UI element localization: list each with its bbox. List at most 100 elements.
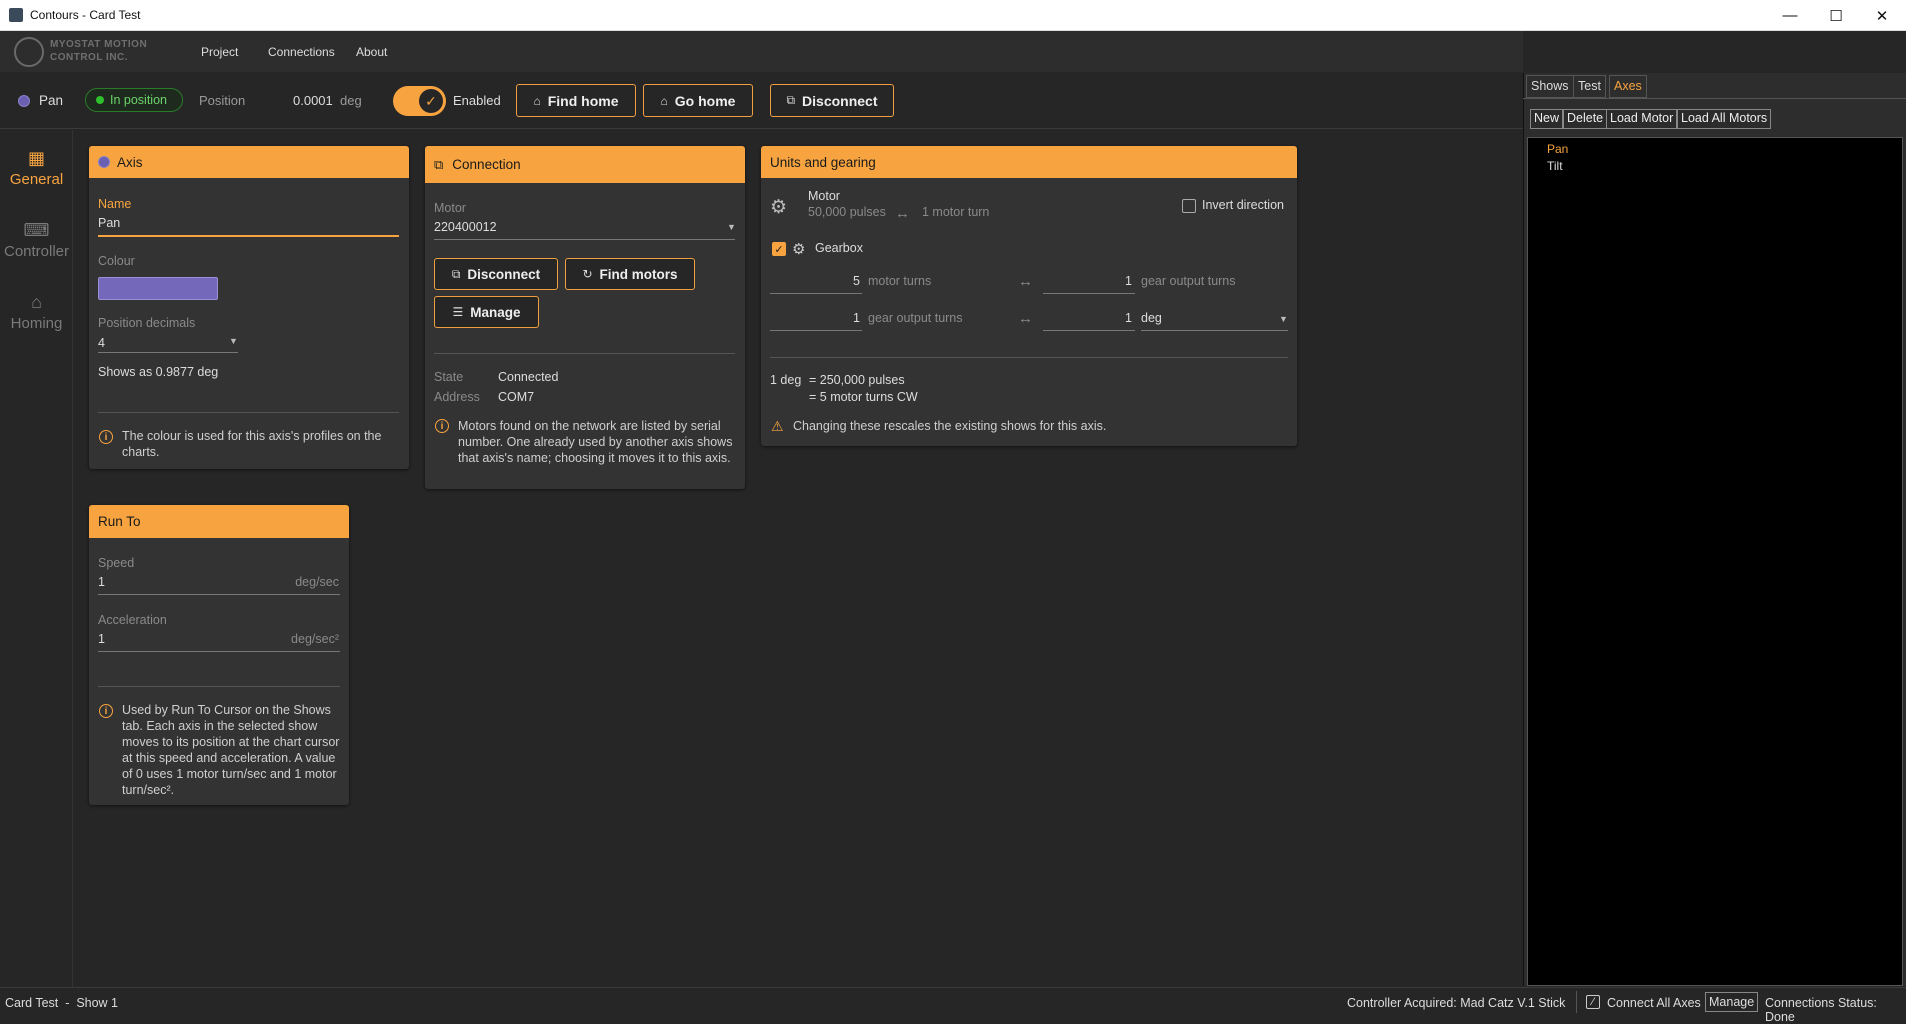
go-home-button[interactable]: ⌂ Go home	[643, 84, 753, 117]
find-home-button[interactable]: ⌂ Find home	[516, 84, 636, 117]
axis-card: Axis Name Pan Colour Position decimals 4…	[89, 146, 409, 469]
menu-connections[interactable]: Connections	[268, 45, 335, 59]
tab-test[interactable]: Test	[1573, 75, 1606, 98]
connections-status: Connections Status: Done	[1765, 996, 1877, 1024]
gearbox-checkbox[interactable]: ✓	[772, 242, 786, 256]
axis-color-dot	[98, 156, 110, 168]
window-title: Contours - Card Test	[30, 8, 141, 22]
info-icon: i	[99, 704, 113, 718]
minimize-button[interactable]: —	[1767, 0, 1813, 31]
gear-output-turns-unit: gear output turns	[1141, 274, 1236, 288]
gear-output-turns-input-2[interactable]: 1	[770, 311, 860, 325]
close-button[interactable]: ✕	[1859, 0, 1905, 31]
speed-label: Speed	[98, 556, 135, 570]
nav-controller[interactable]: ⌨ Controller	[0, 220, 73, 260]
status-bar: Card Test - Show 1 Controller Acquired: …	[0, 987, 1906, 1024]
disconnect-button[interactable]: ⧉ Disconnect	[434, 258, 558, 290]
swap-arrow-icon: ↔	[895, 205, 910, 222]
tab-shows[interactable]: Shows	[1526, 75, 1574, 98]
company-logo: MYOSTAT MOTION CONTROL INC.	[14, 35, 174, 69]
tab-divider	[1523, 98, 1906, 99]
enabled-toggle[interactable]: ✓	[393, 86, 446, 116]
name-input-underline	[98, 235, 399, 237]
axis-card-header: Axis	[89, 146, 409, 178]
delete-axis-button[interactable]: Delete	[1563, 109, 1608, 129]
homing-icon: ⌂	[31, 292, 42, 312]
speed-input[interactable]: 1	[98, 575, 105, 589]
motor-turns-unit: motor turns	[868, 274, 932, 288]
enabled-label: Enabled	[453, 93, 501, 108]
home-search-icon: ⌂	[533, 93, 541, 108]
run-to-note: Used by Run To Cursor on the Shows tab. …	[122, 703, 340, 797]
divider	[98, 686, 340, 687]
disconnect-icon: ⧉	[451, 266, 461, 281]
units-gearing-card: Units and gearing ⚙ Motor 50,000 pulses …	[761, 146, 1297, 446]
manage-button[interactable]: ☰ Manage	[434, 296, 539, 328]
shows-as-text: Shows as 0.9877 deg	[98, 365, 219, 379]
units-value-input[interactable]: 1	[1043, 311, 1132, 325]
motor-turns-input[interactable]: 5	[770, 274, 860, 288]
info-icon: i	[99, 430, 113, 444]
decimals-select[interactable]: 4	[98, 336, 105, 350]
app-icon	[9, 8, 23, 22]
chevron-down-icon: ▼	[727, 222, 736, 232]
swap-arrow-icon: ↔	[1018, 273, 1033, 290]
motor-label: Motor	[808, 189, 840, 203]
menu-about[interactable]: About	[356, 45, 387, 59]
divider	[434, 353, 735, 354]
separator	[1576, 991, 1577, 1013]
motor-icon: ⚙	[770, 197, 788, 218]
title-bar: Contours - Card Test — ☐ ✕	[0, 0, 1906, 31]
axis-note: The colour is used for this axis's profi…	[122, 429, 382, 459]
name-input[interactable]: Pan	[98, 216, 120, 230]
address-label: Address	[434, 390, 480, 404]
address-value: COM7	[498, 390, 535, 404]
gear-output-turns-input[interactable]: 1	[1043, 274, 1132, 288]
new-axis-button[interactable]: New	[1530, 109, 1564, 129]
refresh-icon: ↻	[582, 267, 593, 281]
gear-icon: ⚙	[792, 241, 806, 258]
status-manage-button[interactable]: Manage	[1705, 992, 1759, 1012]
position-value: 0.0001	[293, 93, 333, 108]
motor-turn-text: 1 motor turn	[922, 205, 990, 219]
input-underline	[1043, 330, 1135, 331]
connect-all-checkbox[interactable]: ⁄	[1586, 995, 1600, 1009]
position-label: Position	[199, 93, 246, 108]
toolbar-disconnect-button[interactable]: ⧉ Disconnect	[770, 84, 894, 117]
acceleration-underline	[98, 651, 340, 652]
find-motors-button[interactable]: ↻ Find motors	[565, 258, 695, 290]
list-item-tilt[interactable]: Tilt	[1547, 159, 1563, 173]
nav-homing[interactable]: ⌂ Homing	[0, 292, 73, 332]
summary-turns: = 5 motor turns CW	[809, 390, 918, 404]
colour-picker-swatch[interactable]	[98, 277, 218, 300]
run-to-card: Run To Speed 1 deg/sec Acceleration 1 de…	[89, 505, 349, 805]
connection-icon: ⧉	[434, 156, 444, 172]
motor-select[interactable]: 220400012	[434, 220, 497, 234]
general-icon: ▦	[27, 148, 45, 168]
invert-direction-checkbox[interactable]	[1182, 199, 1196, 213]
status-project: Card Test - Show 1	[5, 996, 119, 1010]
units-card-header: Units and gearing	[761, 146, 1297, 178]
swap-arrow-icon: ↔	[1018, 310, 1033, 327]
tab-axes[interactable]: Axes	[1609, 75, 1647, 98]
pulses-text: 50,000 pulses	[808, 205, 886, 219]
summary-pulses: = 250,000 pulses	[809, 373, 905, 387]
home-icon: ⌂	[660, 93, 668, 108]
menu-project[interactable]: Project	[201, 45, 238, 59]
acceleration-input[interactable]: 1	[98, 632, 105, 646]
status-dot-icon	[96, 96, 104, 104]
chevron-down-icon: ▼	[229, 336, 238, 346]
connection-note: Motors found on the network are listed b…	[458, 419, 733, 465]
list-item-pan[interactable]: Pan	[1547, 142, 1568, 156]
load-all-motors-button[interactable]: Load All Motors	[1677, 109, 1772, 129]
colour-label: Colour	[98, 254, 135, 268]
maximize-button[interactable]: ☐	[1813, 0, 1859, 31]
input-underline	[1043, 293, 1135, 294]
connection-card-header: ⧉ Connection	[425, 146, 745, 183]
acceleration-label: Acceleration	[98, 613, 167, 627]
load-motor-button[interactable]: Load Motor	[1606, 109, 1678, 129]
nav-general[interactable]: ▦ General	[0, 148, 73, 188]
chevron-down-icon: ▼	[1279, 314, 1288, 324]
units-select[interactable]: deg	[1141, 311, 1162, 325]
decimals-underline	[98, 352, 238, 353]
